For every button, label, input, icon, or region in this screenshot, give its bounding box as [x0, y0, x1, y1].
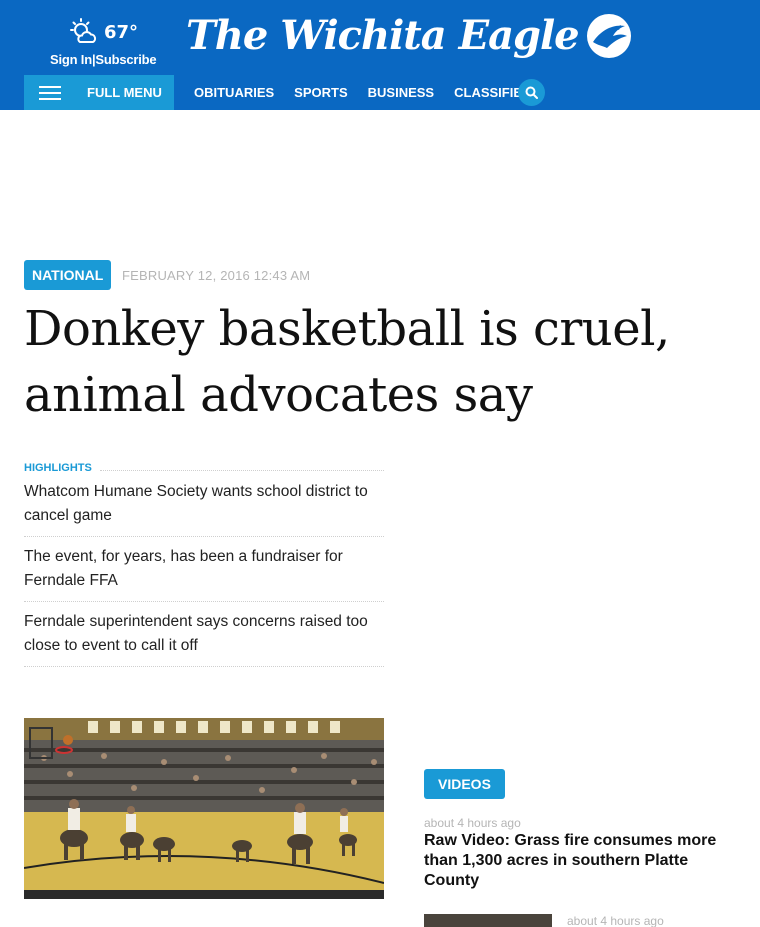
- hamburger-icon: [39, 85, 61, 100]
- highlights-divider: [99, 469, 384, 471]
- headline-line-2: animal advocates say: [24, 367, 533, 423]
- highlight-item: Whatcom Humane Society wants school dist…: [24, 476, 384, 537]
- nav-business[interactable]: BUSINESS: [368, 85, 434, 100]
- videos-tag[interactable]: VIDEOS: [424, 769, 505, 799]
- main-nav: FULL MENU OBITUARIES SPORTS BUSINESS CLA…: [24, 75, 760, 110]
- logo-wordmark: The Wichita Eagle: [186, 12, 580, 59]
- eagle-logo-icon: [586, 14, 631, 58]
- highlights-heading: HIGHLIGHTS: [24, 460, 384, 476]
- partly-sunny-icon: [70, 18, 97, 43]
- nav-sports[interactable]: SPORTS: [294, 85, 347, 100]
- weather-widget[interactable]: 67°: [68, 18, 138, 46]
- donkey-basketball-photo: [24, 718, 384, 899]
- video-timestamp: about 4 hours ago: [567, 914, 664, 927]
- search-button[interactable]: [518, 79, 545, 106]
- full-menu-button[interactable]: FULL MENU: [24, 75, 174, 110]
- search-icon: [525, 86, 538, 99]
- video-timestamp: about 4 hours ago: [424, 816, 521, 830]
- video-title-link[interactable]: Raw Video: Grass fire consumes more than…: [424, 831, 724, 891]
- highlight-item: Ferndale superintendent says concerns ra…: [24, 602, 384, 667]
- sign-in-link[interactable]: Sign In: [50, 52, 92, 67]
- temperature: 67°: [104, 21, 139, 43]
- headline-line-1: Donkey basketball is cruel,: [24, 301, 670, 357]
- nav-obituaries[interactable]: OBITUARIES: [194, 85, 274, 100]
- full-menu-label: FULL MENU: [87, 85, 162, 100]
- article-headline: Donkey basketball is cruel, animal advoc…: [24, 296, 734, 428]
- account-links: Sign In|Subscribe: [50, 52, 157, 67]
- site-logo[interactable]: The Wichita Eagle: [186, 8, 633, 64]
- category-tag[interactable]: NATIONAL: [24, 260, 112, 290]
- subscribe-link[interactable]: Subscribe: [95, 52, 156, 67]
- video-thumbnail[interactable]: [424, 914, 552, 927]
- nav-links: OBITUARIES SPORTS BUSINESS CLASSIFIEDS: [194, 75, 540, 110]
- article-photo[interactable]: [24, 718, 384, 899]
- article-date: FEBRUARY 12, 2016 12:43 AM: [122, 268, 311, 283]
- site-header: 67° Sign In|Subscribe The Wichita Eagle …: [0, 0, 760, 110]
- highlight-item: The event, for years, has been a fundrai…: [24, 537, 384, 602]
- highlights-title: HIGHLIGHTS: [24, 462, 92, 474]
- highlights-box: HIGHLIGHTS Whatcom Humane Society wants …: [24, 460, 384, 667]
